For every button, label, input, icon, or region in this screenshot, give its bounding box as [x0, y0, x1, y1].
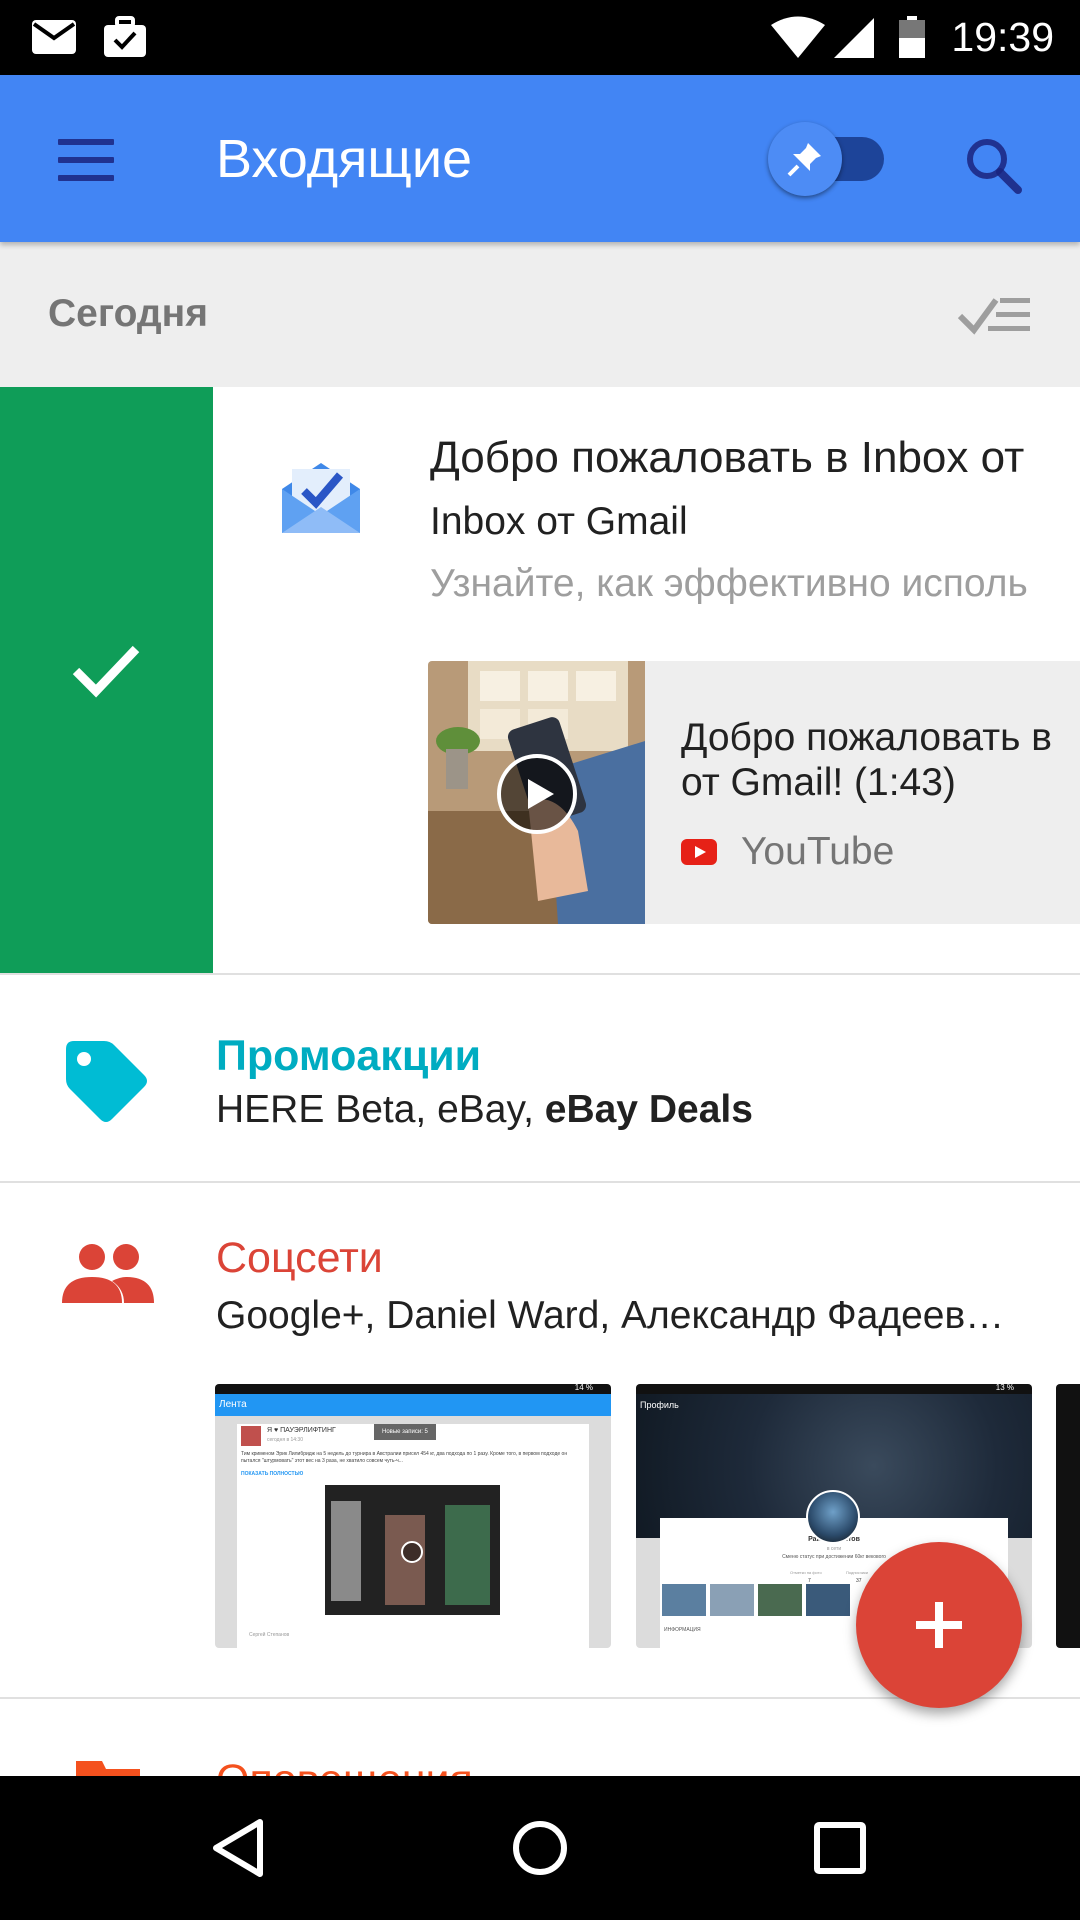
video-thumbnail: [428, 661, 645, 924]
bundle-promotions[interactable]: Промоакции HERE Beta, eBay, eBay Deals: [0, 975, 1080, 1181]
flag-icon: [76, 1761, 140, 1776]
battery-icon: [899, 16, 925, 58]
new-posts-badge: Новые записи: 5: [374, 1424, 436, 1440]
bundle-senders: Google+, Daniel Ward, Александр Фадеев…: [216, 1294, 1005, 1337]
recents-button[interactable]: [798, 1806, 882, 1890]
preview-status: 13 %: [995, 1384, 1014, 1392]
recents-icon: [814, 1822, 866, 1874]
video-attachment-card[interactable]: Добро пожаловать в от Gmail! (1:43) YouT…: [428, 661, 1080, 924]
youtube-icon: [681, 839, 717, 865]
bundle-title: Промоакции: [216, 1032, 482, 1080]
back-icon: [213, 1819, 263, 1877]
social-preview-feed[interactable]: 14 % Лента Я ♥ ПАУЭРЛИФТИНГ сегодня в 14…: [215, 1384, 611, 1648]
preview-header: Лента: [215, 1394, 611, 1416]
menu-button[interactable]: [40, 115, 130, 205]
search-icon: [967, 139, 1022, 194]
pinned-toggle[interactable]: [768, 122, 890, 196]
plus-icon: [916, 1602, 962, 1648]
video-source-label: YouTube: [741, 830, 895, 873]
pin-icon: [787, 143, 821, 177]
social-preview-more[interactable]: [1056, 1384, 1080, 1648]
inbox-logo-icon: [282, 463, 360, 533]
day-label: Сегодня: [48, 292, 208, 335]
day-section-header: Сегодня: [0, 242, 1080, 387]
email-subject: Добро пожаловать в Inbox от: [430, 433, 1025, 482]
work-briefcase-icon: [104, 16, 146, 57]
signal-icon: [834, 18, 874, 58]
video-source: YouTube: [681, 829, 894, 875]
avatar: [806, 1490, 860, 1544]
app-bar: Входящие: [0, 75, 1080, 242]
bundle-title: Оповещения: [216, 1755, 473, 1776]
preview-card: Я ♥ ПАУЭРЛИФТИНГ сегодня в 14:30 Новые з…: [237, 1424, 589, 1648]
compose-fab[interactable]: [856, 1542, 1022, 1708]
bundle-updates[interactable]: Оповещения: [0, 1699, 1080, 1776]
email-sender: Inbox от Gmail: [430, 500, 688, 543]
wifi-icon: [771, 16, 825, 58]
gmail-notification-icon: [32, 20, 76, 54]
system-nav-bar: [0, 1776, 1080, 1920]
tag-icon: [66, 1041, 147, 1122]
clock: 19:39: [951, 14, 1054, 60]
email-item-welcome[interactable]: Добро пожаловать в Inbox от Inbox от Gma…: [0, 387, 1080, 974]
status-bar: 19:39: [0, 0, 1080, 75]
home-icon: [513, 1821, 567, 1875]
bundle-title: Соцсети: [216, 1234, 383, 1282]
done-check-icon: [72, 645, 140, 698]
bundle-senders: HERE Beta, eBay, eBay Deals: [216, 1088, 753, 1131]
email-snippet: Узнайте, как эффективно исполь: [430, 562, 1028, 605]
preview-status: 14 %: [574, 1384, 593, 1392]
back-button[interactable]: [198, 1806, 282, 1890]
menu-icon: [58, 139, 114, 145]
people-icon: [62, 1244, 154, 1303]
page-title: Входящие: [216, 129, 473, 189]
sweep-button[interactable]: [956, 290, 1036, 340]
unread-sender: eBay Deals: [544, 1088, 753, 1131]
toggle-thumb: [768, 122, 842, 196]
preview-video: [325, 1485, 500, 1615]
play-icon: [497, 754, 577, 834]
sweep-done-icon: [957, 298, 1030, 335]
home-button[interactable]: [498, 1806, 582, 1890]
swipe-done-background: [0, 387, 213, 974]
video-title: Добро пожаловать в от Gmail! (1:43): [681, 716, 1052, 804]
search-button[interactable]: [955, 127, 1035, 207]
